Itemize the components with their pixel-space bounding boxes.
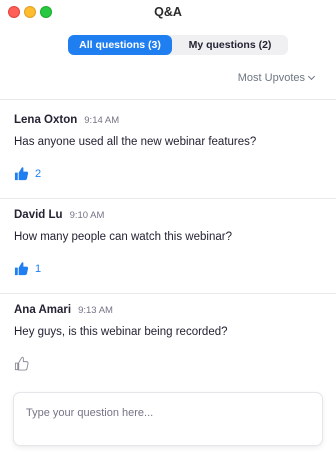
sort-label: Most Upvotes (237, 72, 305, 84)
question-item: Lena Oxton 9:14 AM Has anyone used all t… (14, 114, 314, 181)
question-time: 9:13 AM (78, 305, 113, 316)
question-time: 9:14 AM (84, 115, 120, 126)
question-item: Ana Amari 9:13 AM Hey guys, is this webi… (14, 304, 314, 371)
chevron-down-icon (307, 72, 316, 81)
question-text: Hey guys, is this webinar being recorded… (14, 326, 228, 338)
question-author: Lena Oxton (14, 114, 78, 126)
upvote-button[interactable] (14, 356, 314, 371)
question-item: David Lu 9:10 AM How many people can wat… (14, 209, 314, 276)
divider (0, 99, 336, 100)
divider (0, 198, 336, 199)
thumbs-up-icon (14, 356, 29, 371)
question-input[interactable] (26, 407, 310, 419)
question-author: Ana Amari (14, 304, 72, 316)
tab-my-questions[interactable]: My questions (2) (172, 35, 288, 55)
thumbs-up-icon (14, 262, 29, 276)
question-compose-box (14, 393, 322, 445)
window-title: Q&A (154, 5, 182, 19)
question-text: How many people can watch this webinar? (14, 231, 232, 243)
upvote-button[interactable]: 2 (14, 166, 314, 181)
question-filter-tabs: All questions (3) My questions (2) (68, 35, 288, 55)
upvote-button[interactable]: 1 (14, 261, 314, 276)
upvote-count: 1 (35, 262, 42, 275)
question-time: 9:10 AM (69, 210, 105, 221)
upvote-count: 2 (35, 167, 42, 180)
question-text: Has anyone used all the new webinar feat… (14, 136, 257, 148)
divider (0, 293, 336, 294)
question-author: David Lu (14, 209, 63, 221)
title-bar: Q&A (0, 0, 336, 26)
thumbs-up-icon (14, 167, 29, 181)
tab-all-questions[interactable]: All questions (3) (68, 35, 172, 55)
sort-dropdown[interactable]: Most Upvotes (237, 72, 316, 84)
